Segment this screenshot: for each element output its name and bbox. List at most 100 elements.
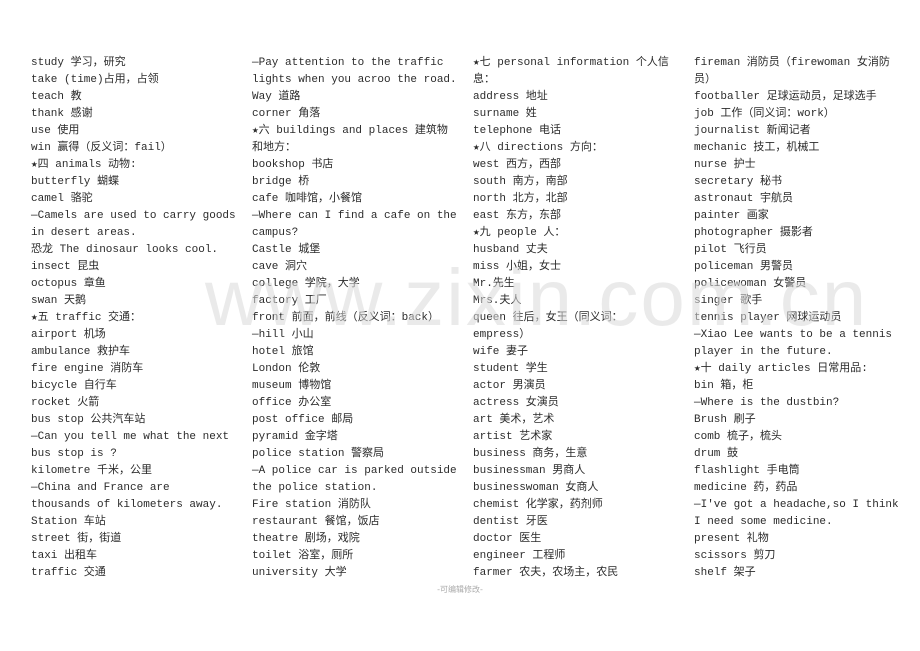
vocab-entry: present 礼物 xyxy=(694,533,769,545)
vocab-entry: secretary 秘书 xyxy=(694,176,783,188)
vocab-entry: —Xiao Lee wants to be a tennis xyxy=(694,329,893,341)
vocab-entry: —Where can I find a cafe on the xyxy=(252,210,457,222)
vocab-entry: policewoman 女警员 xyxy=(694,278,807,290)
vocab-entry: swan 天鹅 xyxy=(31,295,87,307)
vocab-column-4: fireman 消防员（firewoman 女消防 员） footballer 足球… xyxy=(694,55,899,582)
vocab-entry: east 东方，东部 xyxy=(473,210,562,222)
vocab-entry: business 商务，生意 xyxy=(473,448,588,460)
vocab-entry: bus stop 公共汽车站 xyxy=(31,414,146,426)
vocab-entry: flashlight 手电筒 xyxy=(694,465,800,477)
document-page: study 学习，研究 take (time)占用，占领 teach 教 thank … xyxy=(0,0,920,651)
vocab-entry: actor 男演员 xyxy=(473,380,546,392)
vocab-entry: ambulance 救护车 xyxy=(31,346,131,358)
vocab-entry: kilometre 千米，公里 xyxy=(31,465,153,477)
vocab-entry: farmer 农夫，农场主，农民 xyxy=(473,567,619,579)
vocab-entry: airport 机场 xyxy=(31,329,106,341)
vocab-entry: bicycle 自行车 xyxy=(31,380,117,392)
vocab-entry: Mr.先生 xyxy=(473,278,515,290)
vocab-entry: camel 骆驼 xyxy=(31,193,93,205)
section-heading: ★八 directions 方向： xyxy=(473,142,603,154)
vocab-entry: footballer 足球运动员，足球选手 xyxy=(694,91,877,103)
vocab-entry: shelf 架子 xyxy=(694,567,756,579)
section-heading: ★九 people 人： xyxy=(473,227,566,239)
vocab-entry: factory 工厂 xyxy=(252,295,327,307)
vocab-entry: art 美术，艺术 xyxy=(473,414,555,426)
vocab-entry: actress 女演员 xyxy=(473,397,559,409)
vocab-entry: the police station. xyxy=(252,482,378,494)
vocab-entry: —Where is the dustbin? xyxy=(694,397,840,409)
section-heading: ★四 animals 动物: xyxy=(31,159,137,171)
vocab-entry: Station 车站 xyxy=(31,516,106,528)
vocab-entry: cafe 咖啡馆，小餐馆 xyxy=(252,193,363,205)
section-heading: ★十 daily articles 日常用品: xyxy=(694,363,868,375)
vocab-entry: scissors 剪刀 xyxy=(694,550,776,562)
vocab-entry: restaurant 餐馆，饭店 xyxy=(252,516,380,528)
vocab-entry: Mrs.夫人 xyxy=(473,295,522,307)
vocab-entry: office 办公室 xyxy=(252,397,332,409)
vocab-entry: 恐龙 The dinosaur looks cool. xyxy=(31,244,219,256)
vocab-entry: businesswoman 女商人 xyxy=(473,482,599,494)
vocab-entry: 员） xyxy=(694,74,716,86)
vocab-entry: museum 博物馆 xyxy=(252,380,332,392)
vocab-entry: comb 梳子，梳头 xyxy=(694,431,783,443)
vocab-entry: tennis player 网球运动员 xyxy=(694,312,842,324)
vocab-entry: octopus 章鱼 xyxy=(31,278,106,290)
vocab-entry: 和地方： xyxy=(252,142,296,154)
vocab-entry: thousands of kilometers away. xyxy=(31,499,223,511)
vocab-entry: painter 画家 xyxy=(694,210,769,222)
vocab-entry: theatre 剧场，戏院 xyxy=(252,533,360,545)
vocab-entry: dentist 牙医 xyxy=(473,516,548,528)
vocab-entry: south 南方，南部 xyxy=(473,176,568,188)
vocab-entry: taxi 出租车 xyxy=(31,550,98,562)
vocab-entry: insect 昆虫 xyxy=(31,261,100,273)
vocab-entry: nurse 护士 xyxy=(694,159,756,171)
vocab-entry: —I've got a headache,so I think xyxy=(694,499,899,511)
vocab-entry: bin 箱，柜 xyxy=(694,380,754,392)
vocab-entry: west 西方，西部 xyxy=(473,159,562,171)
vocab-entry: astronaut 宇航员 xyxy=(694,193,794,205)
vocab-entry: 息： xyxy=(473,74,495,86)
vocab-entry: policeman 男警员 xyxy=(694,261,794,273)
vocab-entry: journalist 新闻记者 xyxy=(694,125,811,137)
vocab-entry: north 北方，北部 xyxy=(473,193,568,205)
vocab-entry: win 赢得（反义词：fail） xyxy=(31,142,172,154)
vocab-entry: artist 艺术家 xyxy=(473,431,553,443)
vocab-entry: player in the future. xyxy=(694,346,833,358)
vocab-entry: miss 小姐，女士 xyxy=(473,261,562,273)
vocab-entry: photographer 摄影者 xyxy=(694,227,813,239)
vocab-entry: college 学院，大学 xyxy=(252,278,360,290)
vocab-entry: student 学生 xyxy=(473,363,548,375)
vocab-entry: wife 妻子 xyxy=(473,346,529,358)
vocab-entry: —China and France are xyxy=(31,482,170,494)
vocab-entry: post office 邮局 xyxy=(252,414,354,426)
vocab-entry: Castle 城堡 xyxy=(252,244,321,256)
vocab-entry: bus stop is ? xyxy=(31,448,117,460)
vocab-column-1: study 学习，研究 take (time)占用，占领 teach 教 thank … xyxy=(31,55,236,582)
vocab-entry: front 前面，前线（反义词：back） xyxy=(252,312,440,324)
vocab-entry: pilot 飞行员 xyxy=(694,244,767,256)
vocab-column-3: ★七 personal information 个人信 息： address 地址 s… xyxy=(473,55,678,582)
vocab-entry: telephone 电话 xyxy=(473,125,562,137)
vocab-entry: Brush 刷子 xyxy=(694,414,756,426)
vocab-entry: study 学习，研究 xyxy=(31,57,126,69)
vocab-entry: hotel 旅馆 xyxy=(252,346,314,358)
vocab-entry: police station 警察局 xyxy=(252,448,385,460)
vocab-entry: bookshop 书店 xyxy=(252,159,334,171)
vocab-entry: university 大学 xyxy=(252,567,347,579)
vocab-entry: corner 角落 xyxy=(252,108,321,120)
vocab-entry: cave 洞穴 xyxy=(252,261,308,273)
vocab-entry: use 使用 xyxy=(31,125,80,137)
vocab-entry: doctor 医生 xyxy=(473,533,542,545)
vocab-entry: butterfly 蝴蝶 xyxy=(31,176,120,188)
vocab-entry: husband 丈夫 xyxy=(473,244,548,256)
vocab-entry: chemist 化学家，药剂师 xyxy=(473,499,603,511)
vocab-entry: job 工作（同义词：work） xyxy=(694,108,835,120)
page-footer: -可编辑修改- xyxy=(437,585,483,594)
vocab-entry: take (time)占用，占领 xyxy=(31,74,159,86)
vocab-entry: surname 姓 xyxy=(473,108,537,120)
vocab-entry: in desert areas. xyxy=(31,227,137,239)
vocab-entry: —Camels are used to carry goods xyxy=(31,210,236,222)
vocab-entry: —A police car is parked outside xyxy=(252,465,457,477)
vocab-entry: —hill 小山 xyxy=(252,329,314,341)
vocab-entry: bridge 桥 xyxy=(252,176,310,188)
